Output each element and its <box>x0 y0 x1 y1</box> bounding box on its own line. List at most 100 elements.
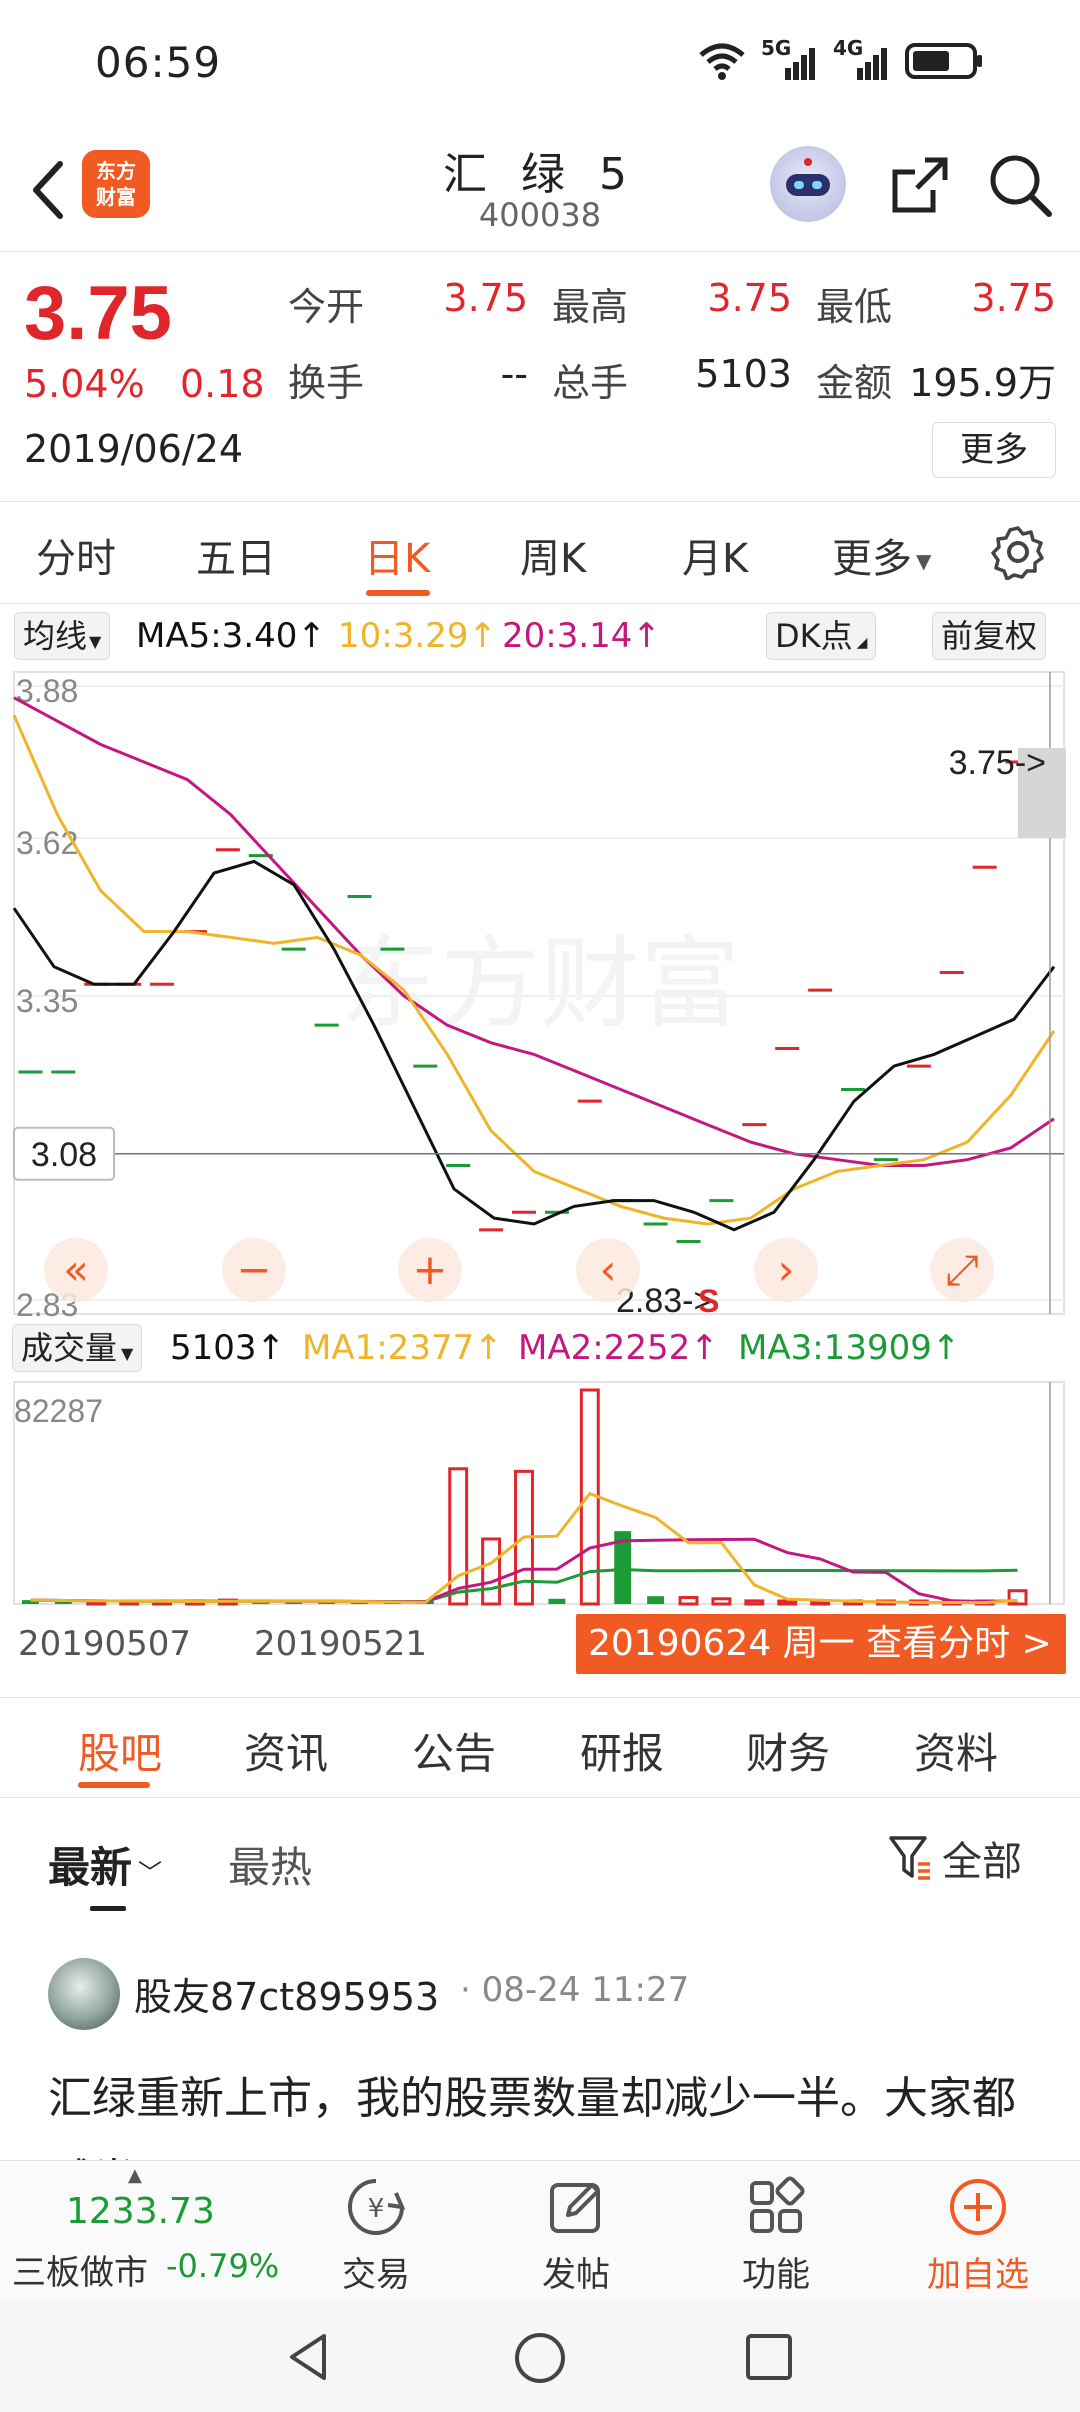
add-watchlist-label: 加自选 <box>927 2255 1029 2295</box>
change-percent: 5.04% <box>24 362 145 406</box>
header: 东方财富 汇 绿 5 400038 <box>0 130 1080 252</box>
nav-back-icon[interactable] <box>282 2330 336 2384</box>
svg-text:−: − <box>236 1245 271 1294</box>
dk-point-toggle[interactable]: DK点 ◢ <box>766 612 877 660</box>
adjust-selector[interactable]: 前复权 <box>932 612 1047 660</box>
volume-legend: 成交量 ▼ 5103↑ MA1:2377↑ MA2:2252↑ MA3:13909… <box>0 1318 1080 1380</box>
tab-five-day[interactable]: 五日 <box>196 526 276 584</box>
tab-more[interactable]: 更多 ▼ <box>832 526 931 584</box>
volume-chart[interactable]: 82287 <box>0 1380 1080 1610</box>
tab-more-label: 更多 <box>832 536 912 582</box>
wifi-icon <box>699 43 745 80</box>
bottom-action-bar: ▲ 1233.73 三板做市 -0.79% ¥ 交易 发帖 功能 加自选 <box>0 2160 1080 2300</box>
functions-button[interactable]: 功能 <box>696 2175 856 2295</box>
filter-icon <box>889 1836 930 1880</box>
sort-hottest[interactable]: 最热 <box>228 1834 312 1895</box>
volume-value: 5103 <box>695 352 792 396</box>
tab-announcements[interactable]: 公告 <box>412 1720 496 1781</box>
signal-4g-icon: 4G <box>833 36 891 82</box>
tab-weekly-k[interactable]: 周K <box>520 526 586 584</box>
svg-text:¥: ¥ <box>368 2194 385 2224</box>
volume-value: 5103↑ <box>170 1328 286 1368</box>
tab-daily-k[interactable]: 日K <box>364 526 430 584</box>
quote-date: 2019/06/24 <box>24 427 244 471</box>
kline-chart[interactable]: 3.883.623.353.082.83东方财富3.083.75->2.83->… <box>0 668 1080 1323</box>
edit-icon <box>550 2183 600 2233</box>
open-value: 3.75 <box>443 276 528 320</box>
vol-ma3-line <box>30 1567 1018 1604</box>
date-tick-1: 20190507 <box>18 1624 192 1664</box>
tab-stock-forum[interactable]: 股吧 <box>78 1720 162 1781</box>
turnover-value: -- <box>500 352 528 396</box>
ma20-value: 20:3.14↑ <box>502 616 661 656</box>
trade-button[interactable]: ¥ 交易 <box>296 2175 456 2295</box>
current-price-label: 3.08 <box>31 1136 97 1174</box>
tab-news[interactable]: 资讯 <box>244 1720 328 1781</box>
avatar[interactable] <box>48 1958 120 2030</box>
svg-text:›: › <box>778 1245 795 1294</box>
svg-text:⤢: ⤢ <box>945 1245 979 1294</box>
indicator-selector[interactable]: 均线 ▼ <box>14 612 111 660</box>
volume-bar <box>448 1467 469 1606</box>
index-value: 1233.73 <box>66 2191 215 2232</box>
volume-selector-label: 成交量 <box>21 1329 118 1367</box>
volume-bar <box>647 1596 665 1604</box>
vol-ma1-value: MA1:2377↑ <box>302 1328 503 1368</box>
assistant-robot-icon[interactable] <box>770 146 846 222</box>
period-tabs: 分时 五日 日K 周K 月K 更多 ▼ <box>0 502 1080 604</box>
low-label: 最低 <box>816 285 893 329</box>
add-watchlist-button[interactable]: 加自选 <box>898 2175 1058 2295</box>
vol-ma2-value: MA2:2252↑ <box>518 1328 719 1368</box>
active-content-tab-indicator <box>78 1782 150 1788</box>
scroll-left-icon[interactable]: ‹ <box>576 1238 640 1302</box>
zoom-out-icon[interactable]: − <box>222 1238 286 1302</box>
tab-profile[interactable]: 资料 <box>914 1720 998 1781</box>
ma-legend: 均线 ▼ MA5:3.40↑ 10:3.29↑ 20:3.14↑ DK点 ◢ 前复权 <box>0 604 1080 668</box>
ma10-value: 10:3.29↑ <box>338 616 497 656</box>
post-button[interactable]: 发帖 <box>496 2175 656 2295</box>
svg-text:«: « <box>63 1245 89 1294</box>
nav-home-icon[interactable] <box>512 2330 568 2386</box>
share-icon[interactable] <box>885 150 955 220</box>
tab-finance[interactable]: 财务 <box>746 1720 830 1781</box>
scroll-right-icon[interactable]: › <box>754 1238 818 1302</box>
expand-icon[interactable]: ⤢ <box>930 1238 994 1302</box>
kline-svg: 3.883.623.353.082.83东方财富3.083.75->2.83->… <box>12 671 1066 1323</box>
gear-icon[interactable] <box>990 524 1046 580</box>
more-quote-button[interactable]: 更多 <box>932 422 1056 478</box>
tab-monthly-k[interactable]: 月K <box>682 526 748 584</box>
turnover-label: 换手 <box>288 361 365 405</box>
nav-recents-icon[interactable] <box>744 2332 794 2382</box>
search-icon[interactable] <box>985 150 1055 220</box>
market-index[interactable]: ▲ 1233.73 三板做市 -0.79% <box>0 2161 290 2301</box>
sort-newest[interactable]: 最新 ﹀ <box>48 1834 162 1895</box>
active-tab-indicator <box>366 590 430 596</box>
volume-bar <box>548 1598 566 1604</box>
volume-bar <box>777 1599 798 1606</box>
high-value: 3.75 <box>707 276 792 320</box>
post-body[interactable]: 汇绿重新上市，我的股票数量却减少一半。大家都减半了吗？ <box>48 2058 1048 2160</box>
last-price: 3.75 <box>24 271 172 356</box>
date-tick-2: 20190521 <box>254 1624 428 1664</box>
post-author[interactable]: 股友87ct895953 <box>134 1966 439 2021</box>
battery-icon <box>905 43 982 79</box>
filter-all-button[interactable]: 全部 <box>888 1830 1022 1886</box>
filter-all-label: 全部 <box>942 1839 1022 1885</box>
svg-text:+: + <box>412 1245 447 1294</box>
tab-intraday[interactable]: 分时 <box>36 526 116 584</box>
view-intraday-button[interactable]: 20190624 周一 查看分时 > <box>576 1614 1066 1674</box>
volume-bar <box>481 1537 502 1606</box>
zoom-in-icon[interactable]: + <box>398 1238 462 1302</box>
signal-5g-icon: 5G <box>761 36 819 82</box>
functions-label: 功能 <box>742 2255 810 2295</box>
svg-text:‹: ‹ <box>600 1245 617 1294</box>
status-bar: 06:59 5G 4G <box>0 0 1080 130</box>
volume-selector[interactable]: 成交量 ▼ <box>12 1324 143 1372</box>
ma5-value: MA5:3.40↑ <box>136 616 326 656</box>
index-name: 三板做市 <box>12 2253 148 2293</box>
forum-post[interactable]: 股友87ct895953 · 08-24 11:27 汇绿重新上市，我的股票数量… <box>0 1918 1080 2160</box>
scroll-left-fast-icon[interactable]: « <box>44 1238 108 1302</box>
max-price-label: 3.75-> <box>949 744 1046 782</box>
tab-research[interactable]: 研报 <box>580 1720 664 1781</box>
status-time: 06:59 <box>95 38 222 87</box>
